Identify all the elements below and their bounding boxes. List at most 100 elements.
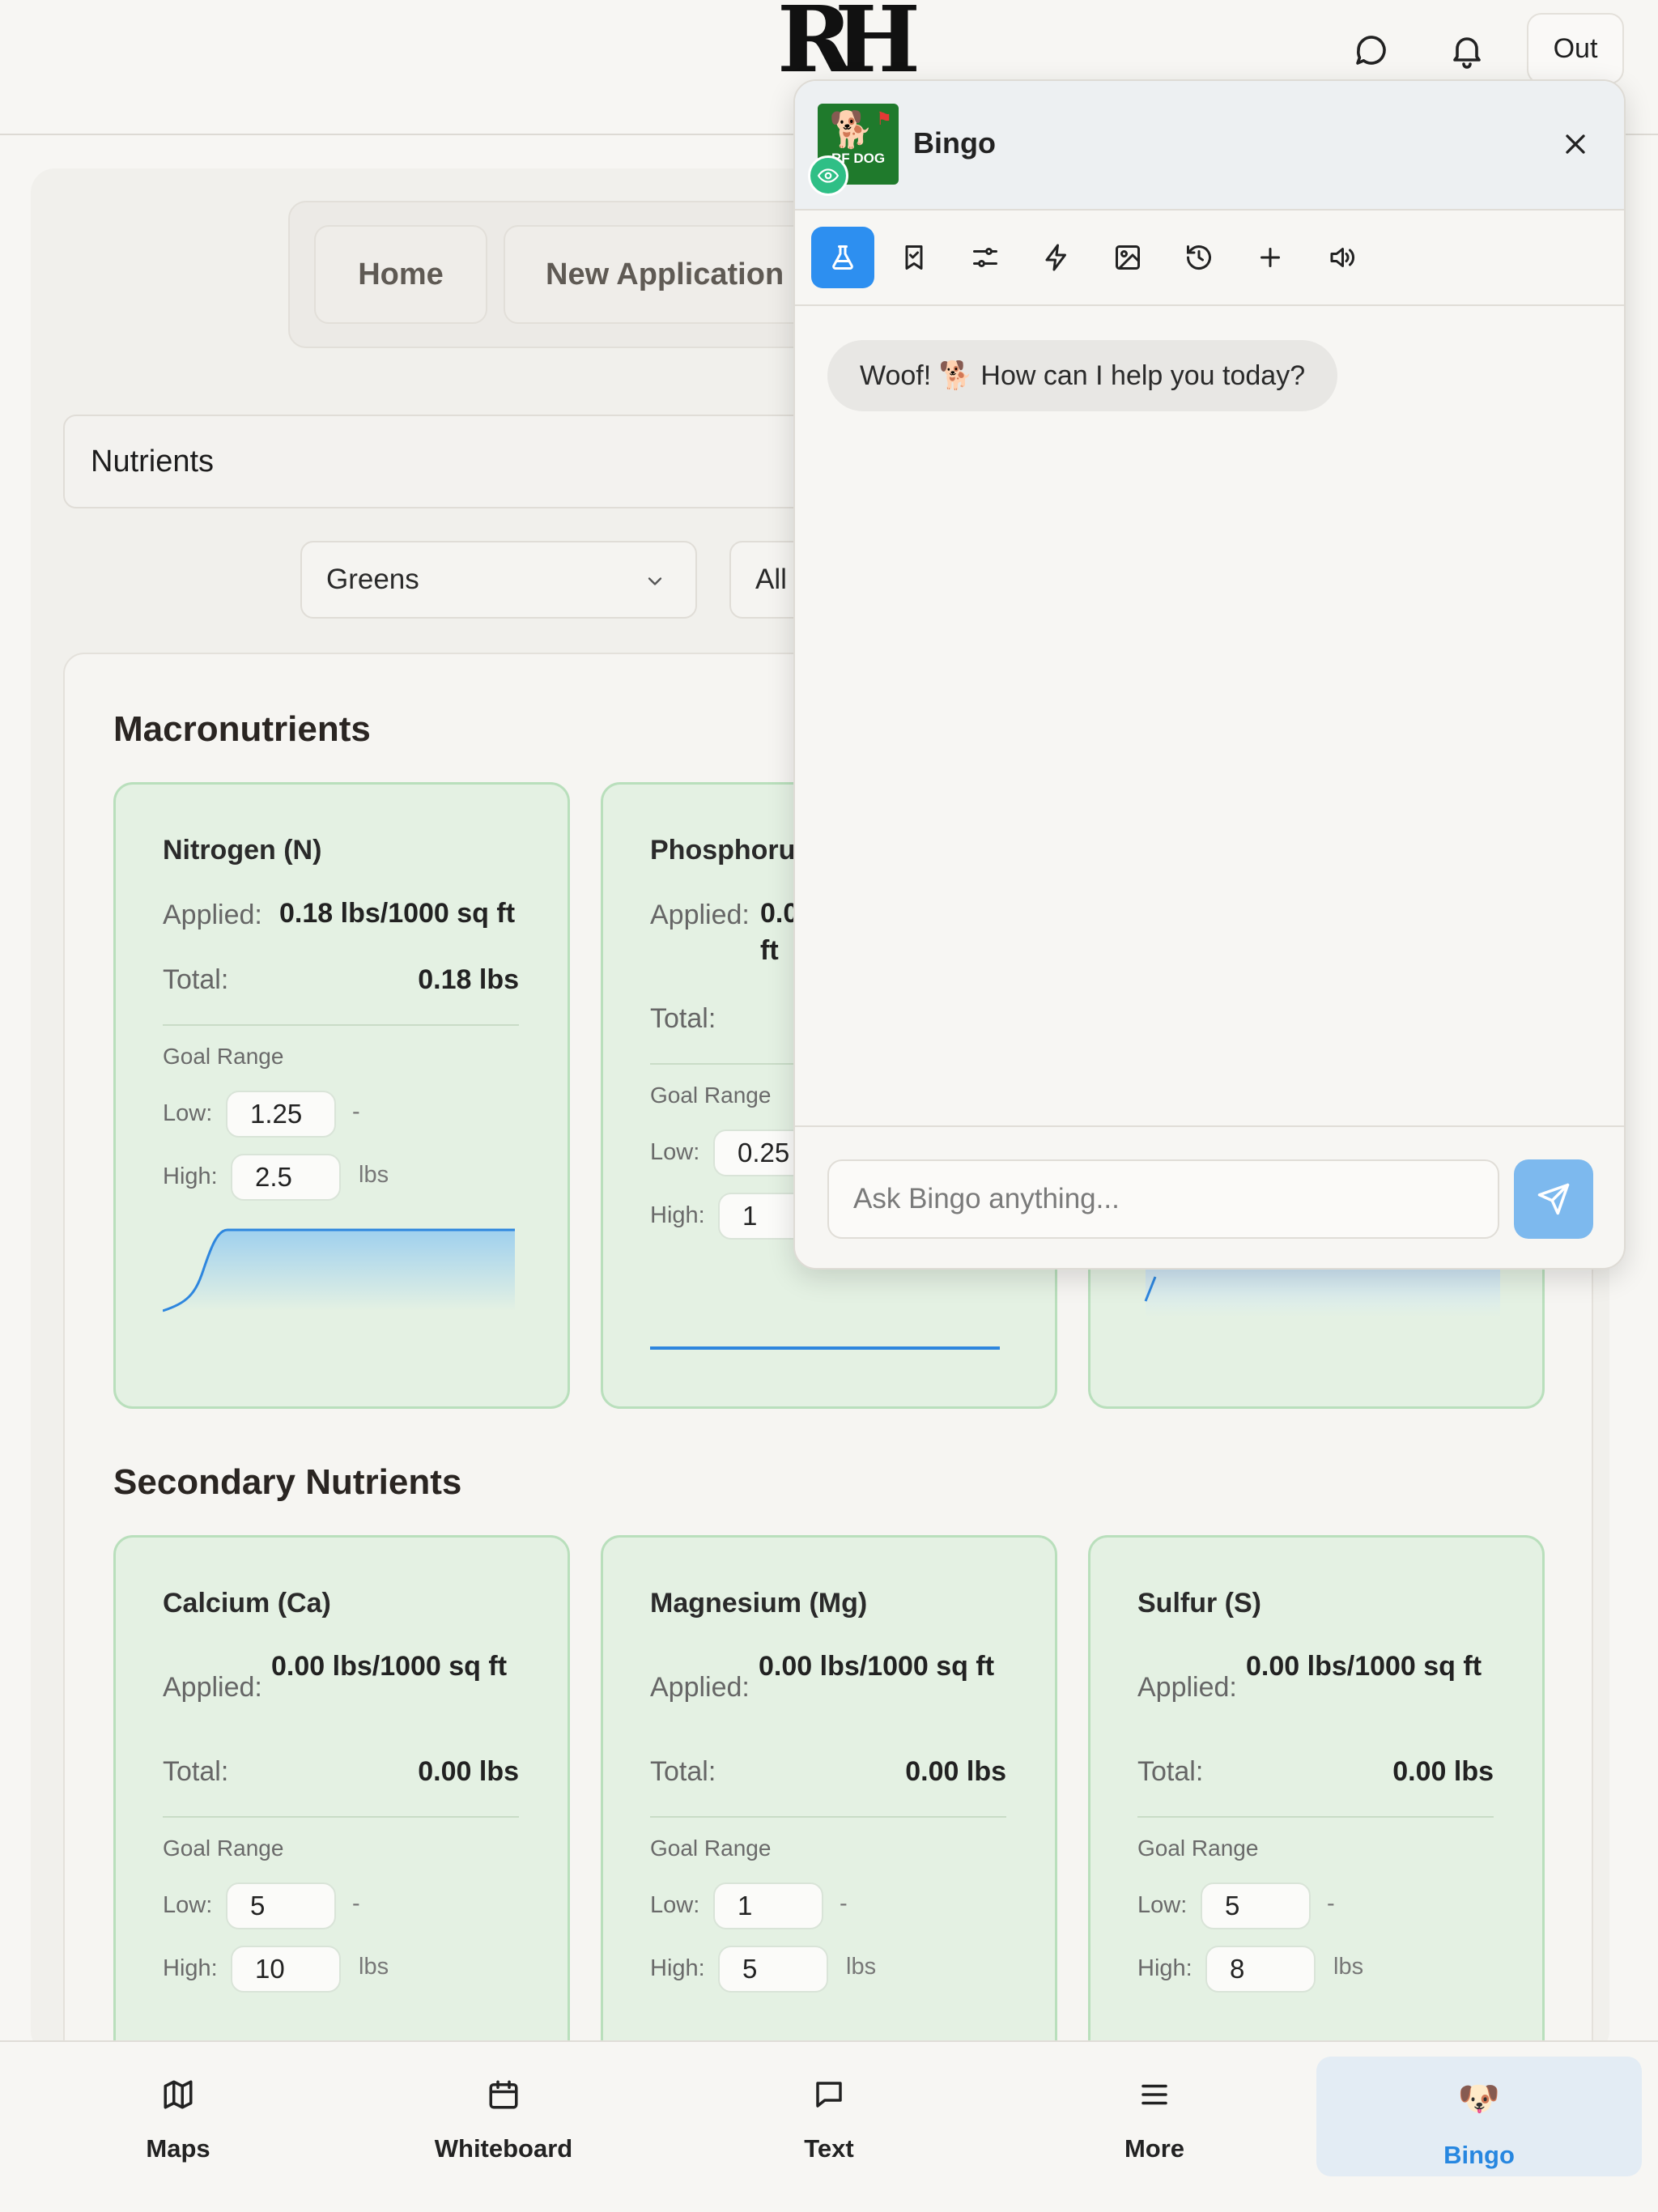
sign-out-button[interactable]: Out xyxy=(1527,13,1624,84)
chat-toolbar xyxy=(795,212,1624,306)
low-input[interactable]: 5 xyxy=(1201,1882,1311,1929)
unit-label: lbs xyxy=(1333,1954,1364,1980)
menu-icon xyxy=(1141,2084,1167,2105)
category-select-value: Greens xyxy=(326,564,419,595)
divider xyxy=(650,1816,1006,1818)
high-label: High: xyxy=(1137,1955,1192,1981)
goal-range-label: Goal Range xyxy=(650,1083,772,1108)
image-icon xyxy=(1116,245,1140,270)
range-dash: - xyxy=(352,1099,360,1125)
applied-value: 0.00 lbs/1000 sq ft xyxy=(1246,1651,1482,1682)
low-label: Low: xyxy=(163,1892,213,1918)
new-application-button[interactable]: New Application xyxy=(504,225,827,324)
unit-label: lbs xyxy=(846,1954,877,1980)
image-button[interactable] xyxy=(1096,227,1159,288)
chat-title: Bingo xyxy=(913,126,996,160)
bolt-button[interactable] xyxy=(1025,227,1088,288)
category-select[interactable]: Greens xyxy=(300,541,697,619)
total-label: Total: xyxy=(163,964,229,995)
unit-label: lbs xyxy=(359,1954,389,1980)
low-label: Low: xyxy=(163,1100,213,1126)
chat-input[interactable] xyxy=(827,1159,1499,1239)
high-input[interactable]: 5 xyxy=(718,1946,828,1993)
applied-label: Applied: xyxy=(650,1672,750,1703)
nutrient-name: Calcium (Ca) xyxy=(163,1588,331,1619)
bingo-chat-panel: 🐕 ⚑ RF DOG Bingo Woof! 🐕 How can I help … xyxy=(793,79,1626,1270)
low-input[interactable]: 5 xyxy=(226,1882,336,1929)
total-value: 0.18 lbs xyxy=(418,964,519,995)
logo[interactable]: RH xyxy=(777,0,920,86)
high-input[interactable]: 10 xyxy=(231,1946,341,1993)
nutrient-card-nitrogen: Nitrogen (N) Applied: 0.18 lbs/1000 sq f… xyxy=(113,782,570,1409)
nutrient-card-calcium: Calcium (Ca) Applied: 0.00 lbs/1000 sq f… xyxy=(113,1535,570,2102)
nav-maps[interactable]: Maps xyxy=(97,2057,259,2176)
nutrient-chart xyxy=(1144,1269,1500,1317)
high-label: High: xyxy=(650,1202,705,1228)
goal-range-label: Goal Range xyxy=(163,1044,284,1069)
plus-button[interactable] xyxy=(1239,227,1302,288)
unit-label: lbs xyxy=(359,1162,389,1188)
bookmark-button[interactable] xyxy=(882,227,946,288)
bookmark-icon xyxy=(905,245,923,270)
low-label: Low: xyxy=(1137,1892,1188,1918)
nav-more[interactable]: More xyxy=(1073,2057,1235,2176)
message-square-icon xyxy=(816,2082,842,2108)
nav-bingo-label: Bingo xyxy=(1443,2141,1515,2169)
divider xyxy=(163,1024,519,1026)
nav-whiteboard[interactable]: Whiteboard xyxy=(405,2057,602,2176)
eye-icon[interactable] xyxy=(808,155,848,196)
calendar-icon xyxy=(489,2080,518,2109)
home-button[interactable]: Home xyxy=(314,225,487,324)
nav-text[interactable]: Text xyxy=(748,2057,910,2176)
message-icon[interactable] xyxy=(1352,31,1391,70)
flag-icon: ⚑ xyxy=(876,108,892,129)
total-value: 0.00 lbs xyxy=(418,1756,519,1787)
range-dash: - xyxy=(352,1891,360,1916)
nav-bingo[interactable]: 🐶 Bingo xyxy=(1316,2057,1642,2176)
close-icon[interactable] xyxy=(1559,128,1592,160)
send-button[interactable] xyxy=(1514,1159,1593,1239)
send-icon xyxy=(1537,1183,1570,1215)
nutrient-name: Sulfur (S) xyxy=(1137,1588,1261,1619)
nutrient-card-sulfur: Sulfur (S) Applied: 0.00 lbs/1000 sq ft … xyxy=(1088,1535,1545,2102)
low-label: Low: xyxy=(650,1892,700,1918)
bolt-icon xyxy=(1045,244,1066,271)
applied-value: 0.18 lbs/1000 sq ft xyxy=(279,898,516,929)
high-input[interactable]: 8 xyxy=(1205,1946,1316,1993)
flask-icon xyxy=(832,245,853,270)
applied-label: Applied: xyxy=(1137,1672,1237,1703)
divider xyxy=(163,1816,519,1818)
macronutrients-title: Macronutrients xyxy=(113,709,371,749)
range-dash: - xyxy=(840,1891,848,1916)
goal-range-label: Goal Range xyxy=(650,1836,772,1861)
chat-header: 🐕 ⚑ RF DOG Bingo xyxy=(795,81,1624,211)
total-label: Total: xyxy=(163,1756,229,1787)
total-value: 0.00 lbs xyxy=(1392,1756,1494,1787)
nutrient-name: Magnesium (Mg) xyxy=(650,1588,868,1619)
bell-icon[interactable] xyxy=(1448,31,1486,70)
high-input[interactable]: 2.5 xyxy=(231,1154,341,1201)
flask-button[interactable] xyxy=(811,227,874,288)
nav-whiteboard-label: Whiteboard xyxy=(434,2134,573,2163)
low-input[interactable]: 1.25 xyxy=(226,1091,336,1138)
sliders-button[interactable] xyxy=(954,227,1017,288)
nutrient-name: Nitrogen (N) xyxy=(163,835,322,866)
applied-value: 0.00 lbs/1000 sq ft xyxy=(759,1651,995,1682)
nav-maps-label: Maps xyxy=(146,2134,210,2163)
nutrient-card-magnesium: Magnesium (Mg) Applied: 0.00 lbs/1000 sq… xyxy=(601,1535,1057,2102)
range-dash: - xyxy=(1327,1891,1335,1916)
applied-value: 0.0 ft xyxy=(760,898,799,966)
total-label: Total: xyxy=(650,1003,716,1034)
applied-value: 0.00 lbs/1000 sq ft xyxy=(271,1651,508,1682)
volume-button[interactable] xyxy=(1310,227,1373,288)
volume-icon xyxy=(1330,248,1355,267)
sliders-icon xyxy=(973,248,997,267)
chart-area xyxy=(1146,1269,1500,1317)
history-button[interactable] xyxy=(1167,227,1231,288)
nutrient-chart xyxy=(650,1346,1000,1350)
low-input[interactable]: 1 xyxy=(713,1882,823,1929)
applied-label: Applied: xyxy=(163,1672,262,1703)
goal-range-label: Goal Range xyxy=(1137,1836,1259,1861)
applied-label: Applied: xyxy=(650,900,750,930)
nav-text-label: Text xyxy=(804,2134,854,2163)
